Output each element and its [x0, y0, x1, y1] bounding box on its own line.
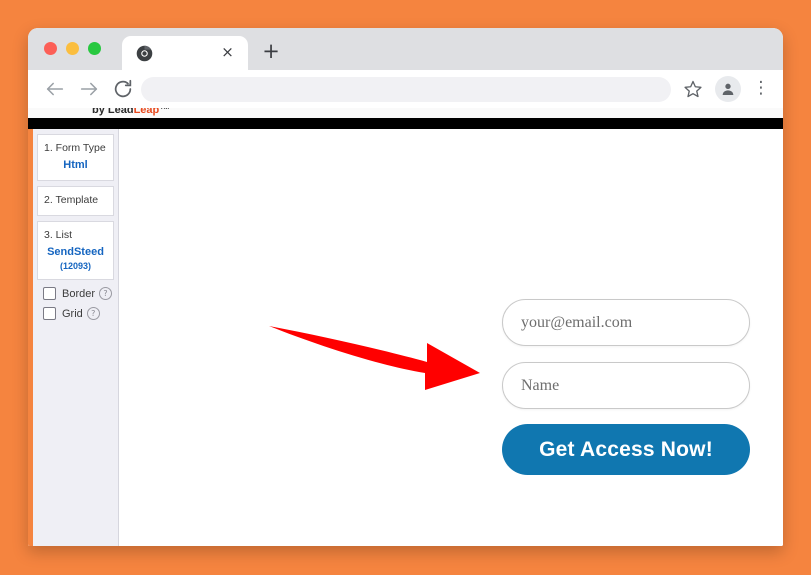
border-checkbox[interactable] [43, 287, 56, 300]
star-icon[interactable] [683, 79, 703, 99]
option-row-border[interactable]: Border ? [43, 287, 118, 300]
border-help-icon[interactable]: ? [99, 287, 113, 300]
page-header-band [28, 118, 783, 129]
sidebar-step-template[interactable]: 2. Template [37, 186, 114, 216]
browser-tab-strip: × + [28, 28, 783, 70]
address-bar[interactable] [141, 77, 671, 102]
chrome-favicon-icon [136, 45, 153, 61]
step-value: SendSteed [47, 246, 104, 258]
browser-menu-icon[interactable]: ⋮ [752, 78, 770, 100]
get-access-button[interactable]: Get Access Now! [502, 424, 750, 475]
tab-close-icon[interactable]: × [220, 45, 235, 60]
window-minimize-button[interactable] [66, 42, 79, 55]
window-maximize-button[interactable] [88, 42, 101, 55]
reload-icon[interactable] [112, 78, 134, 100]
browser-window: × + ⋮ by LeadLeap™ 1. Form Type Html 2. … [28, 28, 783, 546]
settings-sidebar: 1. Form Type Html 2. Template 3. List Se… [33, 129, 119, 546]
email-field[interactable]: your@email.com [502, 299, 750, 346]
grid-label: Grid [62, 307, 83, 320]
step-count: (12093) [59, 261, 92, 271]
browser-toolbar: ⋮ [28, 70, 783, 108]
page-viewport: by LeadLeap™ 1. Form Type Html 2. Templa… [28, 108, 783, 546]
brand-prefix: by Lead [92, 108, 134, 116]
profile-avatar[interactable] [715, 76, 741, 102]
brand-suffix: Leap [133, 108, 160, 116]
sidebar-step-list[interactable]: 3. List SendSteed (12093) [37, 221, 114, 280]
form-preview-canvas: your@email.com Name Get Access Now! [119, 129, 783, 546]
sidebar-step-form-type[interactable]: 1. Form Type Html [37, 134, 114, 181]
name-field[interactable]: Name [502, 362, 750, 409]
border-label: Border [62, 287, 96, 300]
step-label: 2. Template [44, 194, 99, 206]
step-label: 3. List [44, 229, 73, 241]
red-pointer-arrow-icon [269, 326, 480, 390]
new-tab-button[interactable]: + [261, 41, 281, 62]
address-input[interactable] [141, 77, 671, 102]
brand-wordmark: by LeadLeap™ [92, 108, 170, 116]
brand-trademark: ™ [159, 108, 171, 116]
account-icon [722, 83, 734, 95]
back-arrow-icon[interactable] [44, 78, 66, 100]
step-label: 1. Form Type [44, 142, 106, 154]
grid-help-icon[interactable]: ? [86, 307, 100, 320]
browser-tab[interactable]: × [122, 36, 248, 70]
optin-form: your@email.com Name Get Access Now! [502, 299, 750, 475]
step-value: Html [63, 159, 88, 171]
window-close-button[interactable] [44, 42, 57, 55]
window-controls [44, 42, 101, 55]
grid-checkbox[interactable] [43, 307, 56, 320]
forward-arrow-icon[interactable] [78, 78, 100, 100]
option-row-grid[interactable]: Grid ? [43, 307, 118, 320]
